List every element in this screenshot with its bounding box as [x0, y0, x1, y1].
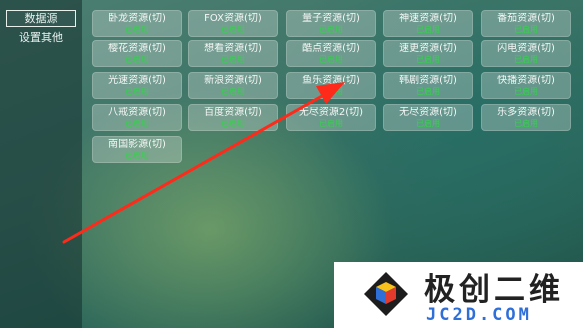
source-status: 已启用: [125, 119, 149, 128]
source-tile[interactable]: 想看资源(切) 已启用: [188, 40, 278, 67]
cube-logo-icon: [364, 272, 408, 316]
source-status: 已启用: [416, 119, 440, 128]
source-status: 已启用: [514, 25, 538, 34]
source-name: 无尽资源2(切): [298, 107, 364, 118]
source-tile[interactable]: 光速资源(切) 已启用: [92, 72, 182, 99]
source-name: 酷点资源(切): [302, 43, 360, 54]
source-name: 闪电资源(切): [497, 43, 555, 54]
source-status: 已启用: [514, 87, 538, 96]
watermark: 极创二维 JC2D.COM: [334, 262, 583, 328]
source-status: 已启用: [416, 25, 440, 34]
source-status: 已启用: [125, 87, 149, 96]
source-status: 已启用: [416, 55, 440, 64]
source-status: 已启用: [221, 25, 245, 34]
source-tile[interactable]: 闪电资源(切) 已启用: [481, 40, 571, 67]
source-status: 已启用: [125, 151, 149, 160]
source-tile[interactable]: 神速资源(切) 已启用: [383, 10, 473, 37]
source-name: 番茄资源(切): [497, 13, 555, 24]
source-tile[interactable]: FOX资源(切) 已启用: [188, 10, 278, 37]
sidebar: 数据源 设置其他: [0, 0, 82, 328]
source-tile[interactable]: 乐多资源(切) 已启用: [481, 104, 571, 131]
source-name: 神速资源(切): [399, 13, 457, 24]
source-name: 光速资源(切): [108, 75, 166, 86]
source-name: 想看资源(切): [204, 43, 262, 54]
source-tile[interactable]: 番茄资源(切) 已启用: [481, 10, 571, 37]
source-status: 已启用: [319, 55, 343, 64]
source-tile[interactable]: 速更资源(切) 已启用: [383, 40, 473, 67]
source-name: 八戒资源(切): [108, 107, 166, 118]
sidebar-item-data-source[interactable]: 数据源: [6, 10, 76, 27]
source-name: 南国影源(切): [108, 139, 166, 150]
source-name: FOX资源(切): [204, 13, 262, 24]
source-status: 已启用: [514, 119, 538, 128]
source-status: 已启用: [125, 25, 149, 34]
source-tile[interactable]: 鱼乐资源(切) 已启用: [286, 72, 376, 99]
source-name: 乐多资源(切): [497, 107, 555, 118]
source-status: 已启用: [416, 87, 440, 96]
source-status: 已启用: [221, 55, 245, 64]
source-tile[interactable]: 八戒资源(切) 已启用: [92, 104, 182, 131]
source-status: 已启用: [319, 87, 343, 96]
source-status: 已启用: [221, 87, 245, 96]
source-tile[interactable]: 韩剧资源(切) 已启用: [383, 72, 473, 99]
source-name: 樱花资源(切): [108, 43, 166, 54]
source-status: 已启用: [319, 119, 343, 128]
source-name: 无尽资源(切): [399, 107, 457, 118]
source-tile[interactable]: 量子资源(切) 已启用: [286, 10, 376, 37]
watermark-subtitle: JC2D.COM: [426, 305, 532, 325]
source-name: 韩剧资源(切): [399, 75, 457, 86]
watermark-title: 极创二维: [424, 272, 564, 308]
source-name: 鱼乐资源(切): [302, 75, 360, 86]
sidebar-item-settings-other[interactable]: 设置其他: [6, 30, 76, 47]
source-tile[interactable]: 卧龙资源(切) 已启用: [92, 10, 182, 37]
source-status: 已启用: [125, 55, 149, 64]
source-tile[interactable]: 百度资源(切) 已启用: [188, 104, 278, 131]
source-status: 已启用: [514, 55, 538, 64]
source-tile[interactable]: 无尽资源(切) 已启用: [383, 104, 473, 131]
source-name: 快播资源(切): [497, 75, 555, 86]
source-tile[interactable]: 酷点资源(切) 已启用: [286, 40, 376, 67]
source-name: 卧龙资源(切): [108, 13, 166, 24]
source-status: 已启用: [319, 25, 343, 34]
source-name: 速更资源(切): [399, 43, 457, 54]
source-tile[interactable]: 新浪资源(切) 已启用: [188, 72, 278, 99]
source-name: 量子资源(切): [302, 13, 360, 24]
source-tile[interactable]: 快播资源(切) 已启用: [481, 72, 571, 99]
source-tile[interactable]: 樱花资源(切) 已启用: [92, 40, 182, 67]
source-tile[interactable]: 无尽资源2(切) 已启用: [286, 104, 376, 131]
source-status: 已启用: [221, 119, 245, 128]
source-name: 新浪资源(切): [204, 75, 262, 86]
source-tile[interactable]: 南国影源(切) 已启用: [92, 136, 182, 163]
source-name: 百度资源(切): [204, 107, 262, 118]
